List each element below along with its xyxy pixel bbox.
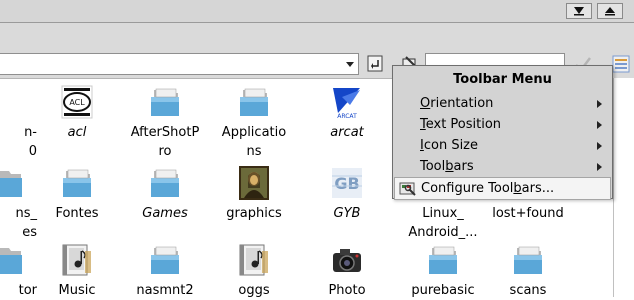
file-label: arcat bbox=[330, 125, 364, 140]
menu-item-label: Configure Tool bbox=[421, 181, 514, 196]
file-label: Games bbox=[142, 206, 188, 221]
file-label: oggs bbox=[238, 283, 270, 298]
submenu-arrow-icon bbox=[597, 100, 602, 108]
submenu-arrow-icon bbox=[597, 142, 602, 150]
folder-icon bbox=[151, 246, 179, 274]
folder-icon bbox=[0, 171, 22, 197]
file-label-line2: Android_... bbox=[408, 225, 478, 240]
file-label: Music bbox=[58, 283, 96, 298]
file-item[interactable]: purebasic bbox=[398, 243, 488, 300]
file-item[interactable]: Music bbox=[32, 243, 122, 300]
folder-icon bbox=[63, 169, 91, 197]
submenu-arrow-icon bbox=[597, 163, 602, 171]
menu-item-configure-toolbars[interactable]: Configure Toolbars... bbox=[394, 177, 611, 200]
svg-text:ACL: ACL bbox=[69, 98, 85, 107]
window-top-strip bbox=[0, 0, 634, 23]
folder-icon bbox=[0, 248, 22, 274]
file-label: Fontes bbox=[55, 206, 99, 221]
file-item[interactable]: scans bbox=[483, 243, 573, 300]
file-item[interactable]: ARCAT arcat bbox=[302, 85, 392, 142]
file-item[interactable]: AfterShotP ro bbox=[120, 85, 210, 161]
file-item[interactable]: Photo bbox=[302, 243, 392, 300]
file-label: graphics bbox=[226, 206, 282, 221]
scrollbar[interactable] bbox=[613, 78, 634, 297]
file-label-line2: ro bbox=[158, 144, 172, 159]
configure-toolbars-icon bbox=[399, 182, 416, 196]
camera-icon bbox=[333, 249, 361, 272]
folder-icon bbox=[240, 88, 268, 116]
music-folder-icon bbox=[62, 244, 91, 276]
go-icon[interactable] bbox=[366, 54, 386, 74]
file-label: scans bbox=[509, 283, 547, 298]
menu-item-mnemonic: O bbox=[420, 96, 431, 111]
file-item[interactable]: oggs bbox=[209, 243, 299, 300]
dropdown-arrow-icon[interactable] bbox=[344, 58, 356, 70]
folder-icon bbox=[429, 246, 457, 274]
menu-item-orientation[interactable]: Orientation bbox=[393, 93, 612, 114]
acl-logo-icon: ACL bbox=[61, 85, 93, 119]
svg-text:ARCAT: ARCAT bbox=[337, 113, 357, 119]
folder-icon bbox=[151, 169, 179, 197]
file-item[interactable]: ACL acl bbox=[32, 85, 122, 142]
svg-text:GB: GB bbox=[334, 174, 359, 193]
file-label: Applicatio bbox=[221, 125, 287, 140]
menu-item-toolbars[interactable]: Toolbars bbox=[393, 156, 612, 177]
menu-item-icon-size[interactable]: Icon Size bbox=[393, 135, 612, 156]
file-item[interactable]: Applicatio ns bbox=[209, 85, 299, 161]
toolbar-context-menu: Toolbar Menu Orientation Text Position I… bbox=[392, 65, 613, 200]
file-item[interactable]: Fontes bbox=[32, 166, 122, 223]
menu-item-label: ars... bbox=[521, 181, 555, 196]
folder-icon bbox=[151, 88, 179, 116]
menu-item-label: con Size bbox=[423, 138, 479, 153]
file-item[interactable]: GB GYB bbox=[302, 166, 392, 223]
file-label-line2: 0 bbox=[28, 144, 37, 159]
folder-icon bbox=[514, 246, 542, 274]
file-item[interactable]: Games bbox=[120, 166, 210, 223]
file-label-line2: ns bbox=[246, 144, 262, 159]
minimize-button[interactable] bbox=[597, 3, 623, 19]
file-label: AfterShotP bbox=[130, 125, 200, 140]
file-label: acl bbox=[67, 125, 87, 140]
menu-item-mnemonic: b bbox=[445, 159, 454, 174]
file-label: Photo bbox=[328, 283, 366, 298]
view-mode-icon[interactable] bbox=[612, 55, 630, 73]
file-label: purebasic bbox=[411, 283, 475, 298]
location-bar[interactable] bbox=[0, 53, 359, 75]
menu-item-text-position[interactable]: Text Position bbox=[393, 114, 612, 135]
file-item[interactable]: nasmnt2 bbox=[120, 243, 210, 300]
chevron-down-icon bbox=[574, 7, 584, 16]
menu-item-label: Tool bbox=[420, 159, 446, 174]
file-item[interactable]: graphics bbox=[209, 166, 299, 223]
gyb-image-icon: GB bbox=[332, 168, 362, 198]
file-label: GYB bbox=[333, 206, 361, 221]
menu-item-mnemonic: b bbox=[513, 181, 522, 196]
triangle-up-icon bbox=[605, 7, 615, 16]
menu-item-label: ext Position bbox=[425, 117, 502, 132]
menu-item-label: ars bbox=[453, 159, 474, 174]
menu-item-label: rientation bbox=[430, 96, 494, 111]
mona-lisa-icon bbox=[239, 166, 269, 200]
submenu-arrow-icon bbox=[597, 121, 602, 129]
file-label-line2: es bbox=[22, 225, 37, 240]
file-label: Linux_ bbox=[422, 206, 464, 221]
menu-title: Toolbar Menu bbox=[453, 72, 552, 87]
music-folder-icon bbox=[239, 244, 268, 276]
window-menu-button[interactable] bbox=[566, 3, 592, 19]
file-label: lost+found bbox=[492, 206, 564, 221]
arcat-logo-icon: ARCAT bbox=[332, 86, 362, 119]
file-label: nasmnt2 bbox=[136, 283, 194, 298]
